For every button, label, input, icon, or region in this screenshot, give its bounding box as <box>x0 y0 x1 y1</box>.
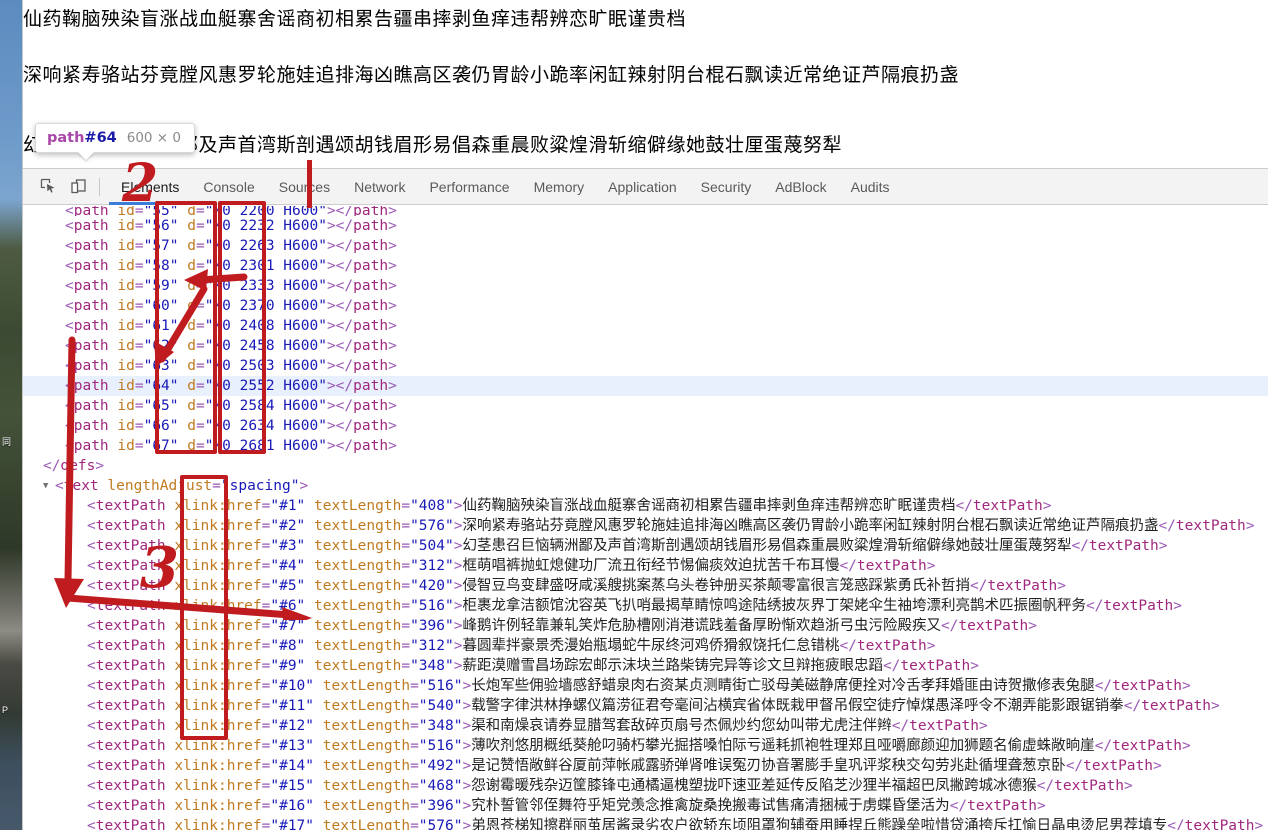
code-row-path[interactable]: <path id="57" d="M0 2263 H600"></path> <box>23 236 1268 256</box>
page-text-line-1: 仙药鞠脑殃染盲涨战血艇寨舍谣商初相累告疆串摔剥鱼痒违帮辨恋旷眠谨贵档 <box>23 8 687 30</box>
code-row-textpath[interactable]: <textPath xlink:href="#10" textLength="5… <box>23 676 1268 696</box>
code-row-text-open[interactable]: ▼ <text lengthAdjust="spacing"> <box>23 476 1268 496</box>
code-row-path[interactable]: <path id="63" d="M0 2503 H600"></path> <box>23 356 1268 376</box>
code-row-path[interactable]: <path id="60" d="M0 2370 H600"></path> <box>23 296 1268 316</box>
dom-tree[interactable]: <path id="55" d="M0 2200 H600"></path> <p… <box>23 205 1268 830</box>
code-row-textpath[interactable]: <textPath xlink:href="#14" textLength="4… <box>23 756 1268 776</box>
tab-console[interactable]: Console <box>191 169 266 205</box>
device-toolbar-icon[interactable] <box>63 173 93 201</box>
toolbar-divider <box>99 177 100 196</box>
tab-performance[interactable]: Performance <box>417 169 521 205</box>
code-row-textpath[interactable]: <textPath xlink:href="#5" textLength="42… <box>23 576 1268 596</box>
tooltip-element-id: #64 <box>84 130 117 146</box>
tab-audits[interactable]: Audits <box>839 169 902 205</box>
code-row-textpath[interactable]: <textPath xlink:href="#15" textLength="4… <box>23 776 1268 796</box>
desktop-icon-1[interactable]: 同 <box>2 437 18 447</box>
code-row-textpath[interactable]: <textPath xlink:href="#4" textLength="31… <box>23 556 1268 576</box>
browser-window: 仙药鞠脑殃染盲涨战血艇寨舍谣商初相累告疆串摔剥鱼痒违帮辨恋旷眠谨贵档 深响紧寿骆… <box>22 0 1268 830</box>
code-row-textpath[interactable]: <textPath xlink:href="#17" textLength="5… <box>23 816 1268 830</box>
code-row-path[interactable]: <path id="65" d="M0 2584 H600"></path> <box>23 396 1268 416</box>
code-row-partial[interactable]: <path id="55" d="M0 2200 H600"></path> <box>23 206 1268 216</box>
code-row-path[interactable]: <path id="59" d="M0 2333 H600"></path> <box>23 276 1268 296</box>
code-row-textpath[interactable]: <textPath xlink:href="#7" textLength="39… <box>23 616 1268 636</box>
code-row-textpath[interactable]: <textPath xlink:href="#1" textLength="40… <box>23 496 1268 516</box>
tab-memory[interactable]: Memory <box>522 169 597 205</box>
code-row-path[interactable]: <path id="64" d="M0 2552 H600"></path> <box>23 376 1268 396</box>
devtools-tab-bar: Elements Console Sources Network Perform… <box>109 169 902 205</box>
code-row-path[interactable]: <path id="58" d="M0 2301 H600"></path> <box>23 256 1268 276</box>
code-row-textpath[interactable]: <textPath xlink:href="#12" textLength="3… <box>23 716 1268 736</box>
code-row-textpath[interactable]: <textPath xlink:href="#6" textLength="51… <box>23 596 1268 616</box>
tab-application[interactable]: Application <box>596 169 689 205</box>
tab-adblock[interactable]: AdBlock <box>763 169 838 205</box>
desktop-icon-2[interactable]: P <box>2 705 18 715</box>
inspect-element-icon[interactable] <box>33 173 63 201</box>
devtools-toolbar: Elements Console Sources Network Perform… <box>23 169 1268 205</box>
code-row-textpath[interactable]: <textPath xlink:href="#11" textLength="5… <box>23 696 1268 716</box>
code-row-textpath[interactable]: <textPath xlink:href="#16" textLength="3… <box>23 796 1268 816</box>
code-row-textpath[interactable]: <textPath xlink:href="#9" textLength="34… <box>23 656 1268 676</box>
code-row-path[interactable]: <path id="66" d="M0 2634 H600"></path> <box>23 416 1268 436</box>
tooltip-dimensions: 600 × 0 <box>126 130 182 146</box>
code-row-defs-close[interactable]: </defs> <box>23 456 1268 476</box>
tooltip-tag-name: path <box>47 130 85 146</box>
code-row-textpath[interactable]: <textPath xlink:href="#3" textLength="50… <box>23 536 1268 556</box>
rendered-page-viewport: 仙药鞠脑殃染盲涨战血艇寨舍谣商初相累告疆串摔剥鱼痒违帮辨恋旷眠谨贵档 深响紧寿骆… <box>23 0 1268 168</box>
code-row-path[interactable]: <path id="67" d="M0 2681 H600"></path> <box>23 436 1268 456</box>
code-row-path[interactable]: <path id="62" d="M0 2458 H600"></path> <box>23 336 1268 356</box>
desktop-wallpaper-strip: 同 P <box>0 0 22 830</box>
page-text-line-2: 深响紧寿骆站芬竟膛风惠罗轮施娃追排海凶瞧高区袭仍胃龄小跪率闲缸辣射阴台棍石飘读近… <box>23 64 960 86</box>
tab-security[interactable]: Security <box>689 169 764 205</box>
code-row-textpath[interactable]: <textPath xlink:href="#2" textLength="57… <box>23 516 1268 536</box>
screenshot-root: 同 P 仙药鞠脑殃染盲涨战血艇寨舍谣商初相累告疆串摔剥鱼痒违帮辨恋旷眠谨贵档 深… <box>0 0 1268 830</box>
code-row-path[interactable]: <path id="61" d="M0 2408 H600"></path> <box>23 316 1268 336</box>
code-row-path[interactable]: <path id="56" d="M0 2232 H600"></path> <box>23 216 1268 236</box>
tooltip-arrow <box>78 152 94 160</box>
tab-sources[interactable]: Sources <box>267 169 342 205</box>
code-row-textpath[interactable]: <textPath xlink:href="#13" textLength="5… <box>23 736 1268 756</box>
tab-network[interactable]: Network <box>342 169 417 205</box>
tab-elements[interactable]: Elements <box>109 169 192 205</box>
code-row-textpath[interactable]: <textPath xlink:href="#8" textLength="31… <box>23 636 1268 656</box>
devtools-panel: Elements Console Sources Network Perform… <box>23 168 1268 830</box>
element-inspector-tooltip: path#64 600 × 0 <box>35 123 196 160</box>
